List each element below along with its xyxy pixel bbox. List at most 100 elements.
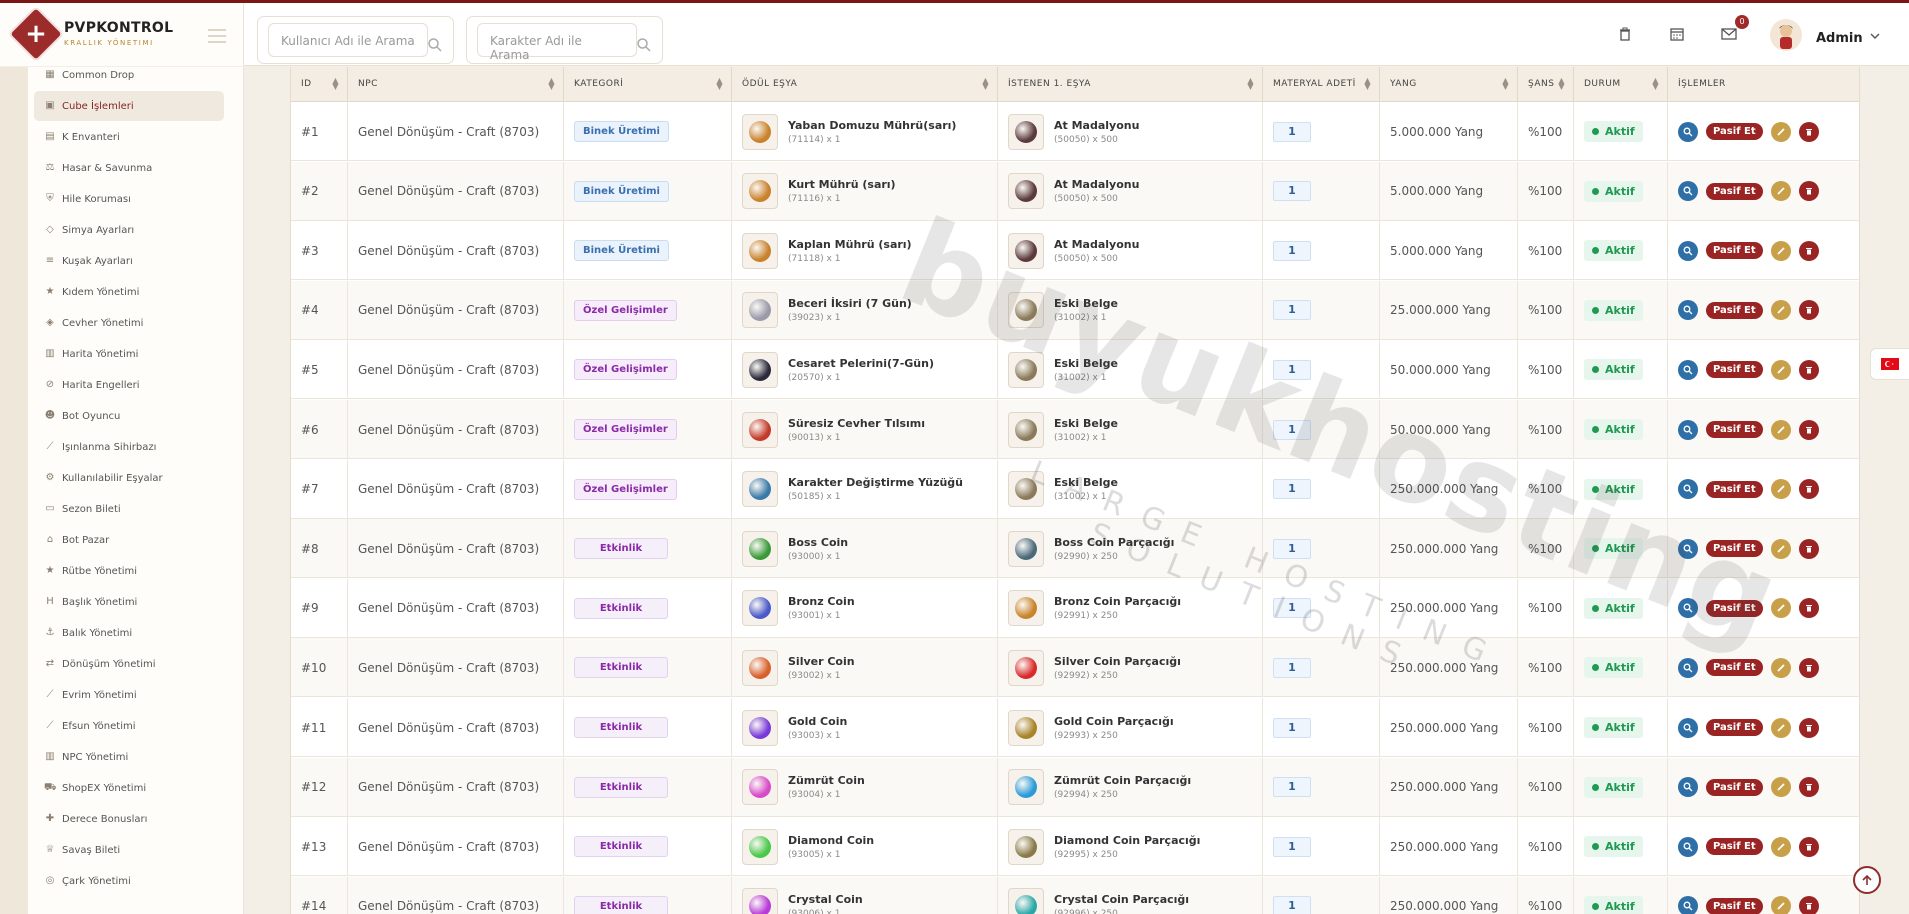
delete-button[interactable] xyxy=(1798,657,1819,678)
deactivate-button[interactable]: Pasif Et xyxy=(1706,421,1763,438)
scroll-to-top-button[interactable] xyxy=(1853,866,1881,894)
column-header[interactable]: ÖDÜL EŞYA ▲ ▼ xyxy=(732,67,998,102)
sidebar-item[interactable]: ◎ Çark Yönetimi xyxy=(34,866,224,896)
sidebar-item[interactable]: ▭ Sezon Bileti xyxy=(34,494,224,524)
sidebar-item[interactable]: ⚙ Kullanılabilir Eşyalar xyxy=(34,463,224,493)
view-button[interactable] xyxy=(1678,240,1698,261)
deactivate-button[interactable]: Pasif Et xyxy=(1706,719,1763,736)
sort-icon[interactable]: ▲ ▼ xyxy=(716,77,723,91)
sort-icon[interactable]: ▲ ▼ xyxy=(332,77,339,91)
admin-name[interactable]: Admin xyxy=(1816,31,1863,46)
column-header[interactable]: YANG ▲ ▼ xyxy=(1380,67,1518,102)
edit-button[interactable] xyxy=(1770,479,1791,500)
sort-icon[interactable]: ▲ ▼ xyxy=(1247,77,1254,91)
delete-button[interactable] xyxy=(1798,717,1819,738)
deactivate-button[interactable]: Pasif Et xyxy=(1706,123,1763,140)
delete-button[interactable] xyxy=(1798,896,1819,914)
character-search-input[interactable]: Karakter Adı ile Arama xyxy=(477,23,637,62)
delete-button[interactable] xyxy=(1798,777,1819,798)
sidebar-item[interactable]: ♕ Savaş Bileti xyxy=(34,835,224,865)
sidebar-item[interactable]: ✚ Derece Bonusları xyxy=(34,804,224,834)
sidebar-item[interactable]: ★ Rütbe Yönetimi xyxy=(34,556,224,586)
delete-button[interactable] xyxy=(1798,479,1819,500)
delete-button[interactable] xyxy=(1798,419,1819,440)
sidebar-item[interactable]: ⛟ ShopEX Yönetimi xyxy=(34,773,224,803)
sidebar-item[interactable]: ⛨ Hile Koruması xyxy=(34,184,224,214)
calendar-icon[interactable] xyxy=(1664,21,1690,47)
edit-button[interactable] xyxy=(1770,359,1791,380)
view-button[interactable] xyxy=(1678,300,1698,321)
view-button[interactable] xyxy=(1678,181,1698,202)
sidebar-item[interactable]: ◈ Cevher Yönetimi xyxy=(34,308,224,338)
sidebar-item[interactable]: ⇄ Dönüşüm Yönetimi xyxy=(34,649,224,679)
edit-button[interactable] xyxy=(1770,300,1791,321)
view-button[interactable] xyxy=(1678,657,1698,678)
column-header[interactable]: DURUM ▲ ▼ xyxy=(1574,67,1668,102)
sidebar-item[interactable]: ▦ Common Drop xyxy=(34,60,224,90)
delete-button[interactable] xyxy=(1798,836,1819,857)
edit-button[interactable] xyxy=(1770,181,1791,202)
deactivate-button[interactable]: Pasif Et xyxy=(1706,301,1763,319)
column-header[interactable]: NPC ▲ ▼ xyxy=(348,67,564,102)
edit-button[interactable] xyxy=(1770,896,1791,914)
sort-icon[interactable]: ▲ ▼ xyxy=(1502,77,1509,91)
chevron-down-icon[interactable] xyxy=(1870,32,1880,40)
sort-icon[interactable]: ▲ ▼ xyxy=(1558,77,1565,91)
language-flag-icon[interactable] xyxy=(1870,348,1909,380)
deactivate-button[interactable]: Pasif Et xyxy=(1706,182,1763,200)
sort-icon[interactable]: ▲ ▼ xyxy=(1652,77,1659,91)
trash-icon[interactable] xyxy=(1612,21,1638,47)
view-button[interactable] xyxy=(1678,896,1698,914)
brand[interactable]: + PVPKONTROL KRALLIK YÖNETIMI xyxy=(0,3,244,66)
column-header[interactable]: İŞLEMLER xyxy=(1668,67,1859,102)
sidebar-item[interactable]: ▤ K Envanteri xyxy=(34,122,224,152)
sidebar-item[interactable]: ⟋ Evrim Yönetimi xyxy=(34,680,224,710)
edit-button[interactable] xyxy=(1770,717,1791,738)
deactivate-button[interactable]: Pasif Et xyxy=(1706,480,1763,498)
column-header[interactable]: ŞANS ▲ ▼ xyxy=(1518,67,1574,102)
view-button[interactable] xyxy=(1678,777,1698,798)
menu-toggle-icon[interactable] xyxy=(208,29,226,47)
column-header[interactable]: ID ▲ ▼ xyxy=(291,67,348,102)
sidebar-item[interactable]: ⚓ Balık Yönetimi xyxy=(34,618,224,648)
user-search-input[interactable]: Kullanıcı Adı ile Arama xyxy=(268,23,428,57)
deactivate-button[interactable]: Pasif Et xyxy=(1706,897,1763,914)
view-button[interactable] xyxy=(1678,717,1698,738)
sidebar-item[interactable]: ⟋ Efsun Yönetimi xyxy=(34,711,224,741)
sidebar-item[interactable]: ▣ Cube İşlemleri xyxy=(34,91,224,121)
delete-button[interactable] xyxy=(1798,300,1819,321)
delete-button[interactable] xyxy=(1798,359,1819,380)
view-button[interactable] xyxy=(1678,836,1698,857)
deactivate-button[interactable]: Pasif Et xyxy=(1706,778,1763,796)
sort-icon[interactable]: ▲ ▼ xyxy=(1364,77,1371,91)
delete-button[interactable] xyxy=(1798,181,1819,202)
sidebar-item[interactable]: ◇ Simya Ayarları xyxy=(34,215,224,245)
sidebar-item[interactable]: ▥ Harita Yönetimi xyxy=(34,339,224,369)
sidebar-item[interactable]: ⚖ Hasar & Savunma xyxy=(34,153,224,183)
edit-button[interactable] xyxy=(1770,121,1791,142)
sidebar-item[interactable]: ☻ Bot Oyuncu xyxy=(34,401,224,431)
delete-button[interactable] xyxy=(1798,240,1819,261)
deactivate-button[interactable]: Pasif Et xyxy=(1706,361,1763,379)
search-icon[interactable] xyxy=(636,37,652,53)
edit-button[interactable] xyxy=(1770,777,1791,798)
sidebar-item[interactable]: ≡ Kuşak Ayarları xyxy=(34,246,224,276)
search-icon[interactable] xyxy=(427,37,443,53)
edit-button[interactable] xyxy=(1770,240,1791,261)
column-header[interactable]: MATERYAL ADETİ ▲ ▼ xyxy=(1263,67,1380,102)
sidebar-item[interactable]: ⟋ Işınlanma Sihirbazı xyxy=(34,432,224,462)
deactivate-button[interactable]: Pasif Et xyxy=(1706,242,1763,260)
edit-button[interactable] xyxy=(1770,419,1791,440)
column-header[interactable]: İSTENEN 1. EŞYA ▲ ▼ xyxy=(998,67,1263,102)
view-button[interactable] xyxy=(1678,121,1698,142)
sidebar-item[interactable]: ⌂ Bot Pazar xyxy=(34,525,224,555)
view-button[interactable] xyxy=(1678,359,1698,380)
deactivate-button[interactable]: Pasif Et xyxy=(1706,838,1763,856)
sidebar-item[interactable]: H Başlık Yönetimi xyxy=(34,587,224,617)
delete-button[interactable] xyxy=(1798,121,1819,142)
sidebar-item[interactable]: ★ Kıdem Yönetimi xyxy=(34,277,224,307)
sort-icon[interactable]: ▲ ▼ xyxy=(982,77,989,91)
sort-icon[interactable]: ▲ ▼ xyxy=(548,77,555,91)
avatar[interactable] xyxy=(1770,19,1802,51)
sidebar-item[interactable]: ⊘ Harita Engelleri xyxy=(34,370,224,400)
